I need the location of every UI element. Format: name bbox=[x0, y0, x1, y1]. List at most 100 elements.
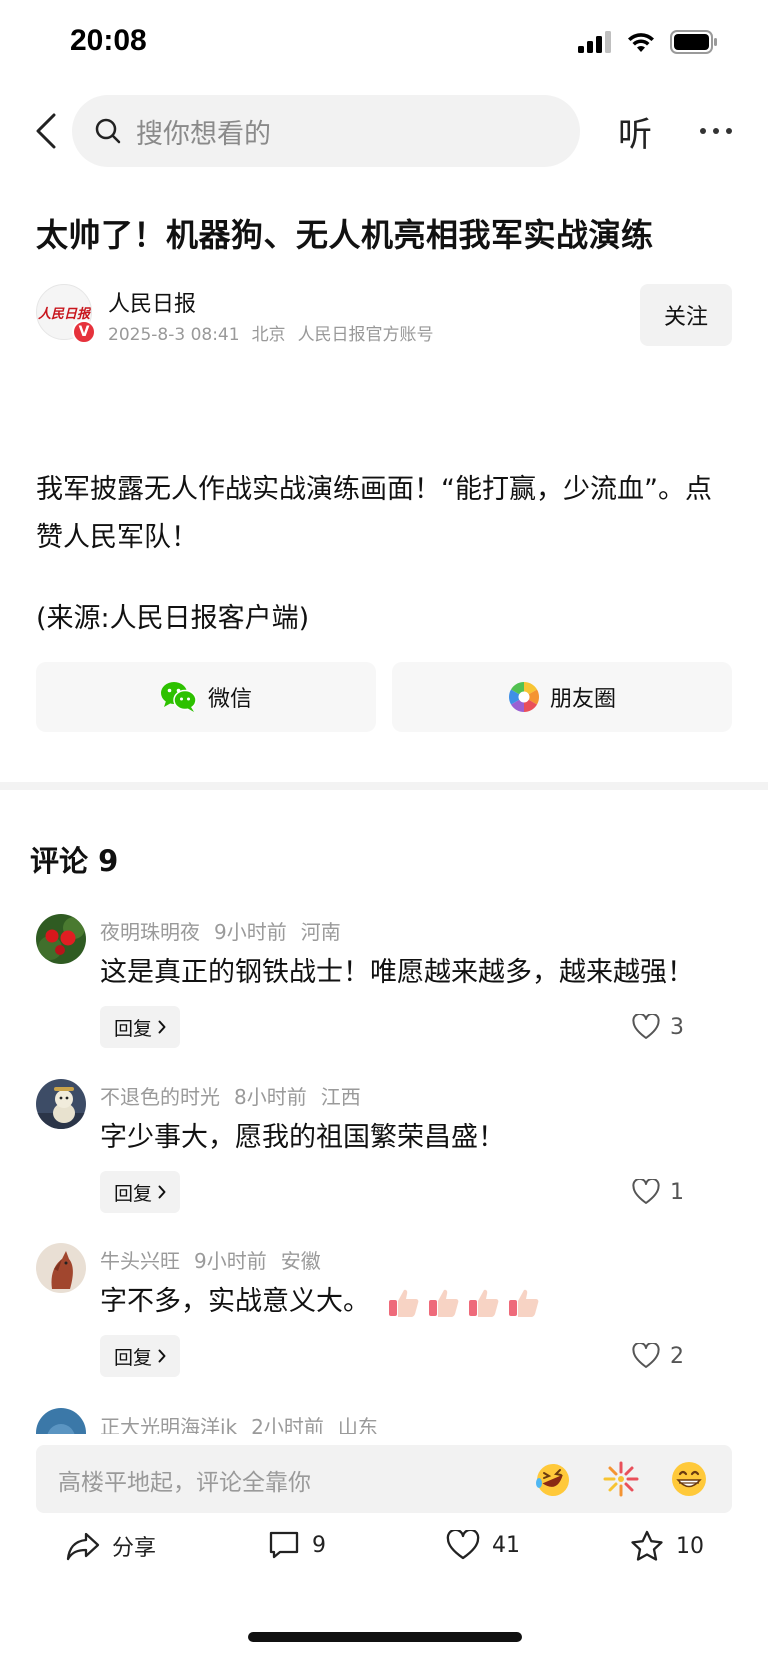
heart-outline-icon bbox=[632, 1343, 660, 1368]
comment-like-button[interactable]: 3 bbox=[632, 1014, 684, 1040]
laughing-emoji-icon[interactable] bbox=[533, 1459, 573, 1499]
comment-text: 字不多，实战意义大。 bbox=[100, 1279, 541, 1320]
flowers-avatar-image bbox=[36, 914, 86, 964]
comment-like-count: 3 bbox=[670, 1014, 684, 1040]
wechat-icon bbox=[160, 682, 197, 712]
favorites-count: 10 bbox=[676, 1533, 704, 1559]
like-button[interactable]: 41 bbox=[446, 1530, 520, 1560]
share-wechat-label: 微信 bbox=[207, 687, 252, 712]
star-outline-icon bbox=[631, 1530, 663, 1561]
share-moments-button[interactable]: 朋友圈 bbox=[392, 662, 732, 732]
comment-text: 字少事大，愿我的祖国繁荣昌盛！ bbox=[100, 1122, 505, 1153]
comment-user[interactable]: 牛头兴旺 bbox=[100, 1249, 180, 1273]
comment-avatar[interactable] bbox=[36, 914, 86, 964]
search-placeholder: 搜你想看的 bbox=[136, 118, 271, 150]
thumbs-up-icon bbox=[508, 1289, 538, 1317]
comment-location: 河南 bbox=[300, 920, 341, 944]
avatar-logo-text: 人民日报 bbox=[37, 306, 90, 322]
home-indicator[interactable] bbox=[248, 1632, 522, 1642]
account-type: 人民日报官方账号 bbox=[297, 325, 434, 345]
cellular-signal-icon bbox=[578, 31, 611, 53]
comment-time: 8小时前 bbox=[234, 1085, 307, 1109]
comment-input[interactable]: 高楼平地起，评论全靠你 bbox=[36, 1445, 732, 1513]
reply-label: 回复 bbox=[114, 1182, 153, 1205]
comment-time: 9小时前 bbox=[214, 920, 287, 944]
search-icon bbox=[95, 118, 121, 144]
share-arrow-icon bbox=[66, 1532, 100, 1561]
likes-count: 41 bbox=[492, 1532, 520, 1558]
reply-label: 回复 bbox=[114, 1346, 153, 1369]
comment-location: 江西 bbox=[320, 1085, 361, 1109]
share-button[interactable]: 分享 bbox=[66, 1530, 156, 1562]
comment-avatar[interactable] bbox=[36, 1408, 86, 1434]
comment-bubble-icon bbox=[269, 1531, 299, 1559]
bottom-action-bar: 分享 9 41 10 bbox=[0, 1530, 768, 1580]
author-meta: 2025-8-3 08:41 北京 人民日报官方账号 bbox=[108, 320, 446, 345]
thumbs-up-emojis bbox=[387, 1286, 541, 1320]
comment-text-content: 字不多，实战意义大。 bbox=[100, 1286, 370, 1317]
share-moments-label: 朋友圈 bbox=[549, 687, 616, 712]
ocean-avatar-image bbox=[36, 1408, 86, 1434]
heart-outline-icon bbox=[632, 1179, 660, 1204]
grinning-emoji-icon[interactable] bbox=[669, 1459, 709, 1499]
verified-badge-icon: V bbox=[72, 320, 96, 344]
chevron-right-icon bbox=[158, 1020, 166, 1034]
back-button[interactable] bbox=[26, 109, 66, 153]
comment-meta: 正大光明海洋ik 2小时前 山东 bbox=[100, 1411, 392, 1434]
comment-like-button[interactable]: 1 bbox=[632, 1179, 684, 1205]
wifi-icon bbox=[628, 33, 654, 52]
comment-user[interactable]: 夜明珠明夜 bbox=[100, 920, 200, 944]
comment-user[interactable]: 不退色的时光 bbox=[100, 1085, 220, 1109]
author-name[interactable]: 人民日报 bbox=[108, 286, 196, 318]
comment-avatar[interactable] bbox=[36, 1243, 86, 1293]
top-nav: 搜你想看的 听 bbox=[0, 95, 768, 167]
thumbs-up-icon bbox=[388, 1289, 418, 1317]
thumbs-up-icon bbox=[468, 1289, 498, 1317]
fireworks-emoji-icon[interactable] bbox=[601, 1459, 641, 1499]
share-label: 分享 bbox=[112, 1536, 157, 1561]
comments-header: 评论 9 bbox=[30, 844, 119, 878]
figurine-avatar-image bbox=[36, 1079, 86, 1129]
comment-user[interactable]: 正大光明海洋ik bbox=[100, 1415, 237, 1434]
status-time: 20:08 bbox=[70, 24, 147, 57]
moments-aperture-icon bbox=[508, 682, 539, 712]
comment-time: 2小时前 bbox=[251, 1415, 324, 1434]
comment-meta: 牛头兴旺 9小时前 安徽 bbox=[100, 1245, 335, 1274]
chevron-left-icon bbox=[36, 113, 56, 149]
more-options-icon[interactable] bbox=[694, 109, 738, 153]
comment-item-partial: 正大光明海洋ik 2小时前 山东 bbox=[36, 1408, 736, 1434]
author-row: 人民日报 V 人民日报 2025-8-3 08:41 北京 人民日报官方账号 关注 bbox=[36, 284, 732, 346]
comment-item: 牛头兴旺 9小时前 安徽 字不多，实战意义大。 回复 2 bbox=[36, 1243, 736, 1393]
publish-location: 北京 bbox=[251, 325, 286, 345]
comment-time: 9小时前 bbox=[194, 1249, 267, 1273]
chevron-right-icon bbox=[158, 1349, 166, 1363]
reply-label: 回复 bbox=[114, 1017, 153, 1040]
comment-item: 不退色的时光 8小时前 江西 字少事大，愿我的祖国繁荣昌盛！ 回复 1 bbox=[36, 1079, 736, 1229]
status-bar: 20:08 bbox=[0, 0, 768, 88]
reply-button[interactable]: 回复 bbox=[100, 1335, 181, 1377]
reply-button[interactable]: 回复 bbox=[100, 1171, 181, 1213]
heart-outline-icon bbox=[446, 1530, 480, 1560]
comment-like-button[interactable]: 2 bbox=[632, 1343, 684, 1369]
share-wechat-button[interactable]: 微信 bbox=[36, 662, 376, 732]
favorite-button[interactable]: 10 bbox=[630, 1530, 704, 1562]
chevron-right-icon bbox=[158, 1185, 166, 1199]
search-input[interactable]: 搜你想看的 bbox=[72, 95, 580, 167]
horse-avatar-image bbox=[36, 1243, 86, 1293]
listen-button[interactable]: 听 bbox=[618, 107, 652, 156]
reply-button[interactable]: 回复 bbox=[100, 1006, 181, 1048]
article-source: (来源:人民日报客户端) bbox=[36, 603, 310, 634]
heart-outline-icon bbox=[632, 1014, 660, 1039]
follow-button[interactable]: 关注 bbox=[640, 284, 732, 346]
share-row: 微信 朋友圈 bbox=[36, 662, 732, 732]
status-icons bbox=[578, 30, 718, 54]
article-title: 太帅了！机器狗、无人机亮相我军实战演练 bbox=[36, 216, 654, 254]
comment-location: 安徽 bbox=[280, 1249, 321, 1273]
comment-avatar[interactable] bbox=[36, 1079, 86, 1129]
thumbs-up-icon bbox=[428, 1289, 458, 1317]
comment-meta: 夜明珠明夜 9小时前 河南 bbox=[100, 916, 355, 945]
comment-item: 夜明珠明夜 9小时前 河南 这是真正的钢铁战士！唯愿越来越多，越来越强！ 回复 3 bbox=[36, 914, 736, 1064]
battery-icon bbox=[670, 30, 717, 54]
comments-button[interactable]: 9 bbox=[268, 1530, 326, 1560]
section-divider bbox=[0, 782, 768, 790]
